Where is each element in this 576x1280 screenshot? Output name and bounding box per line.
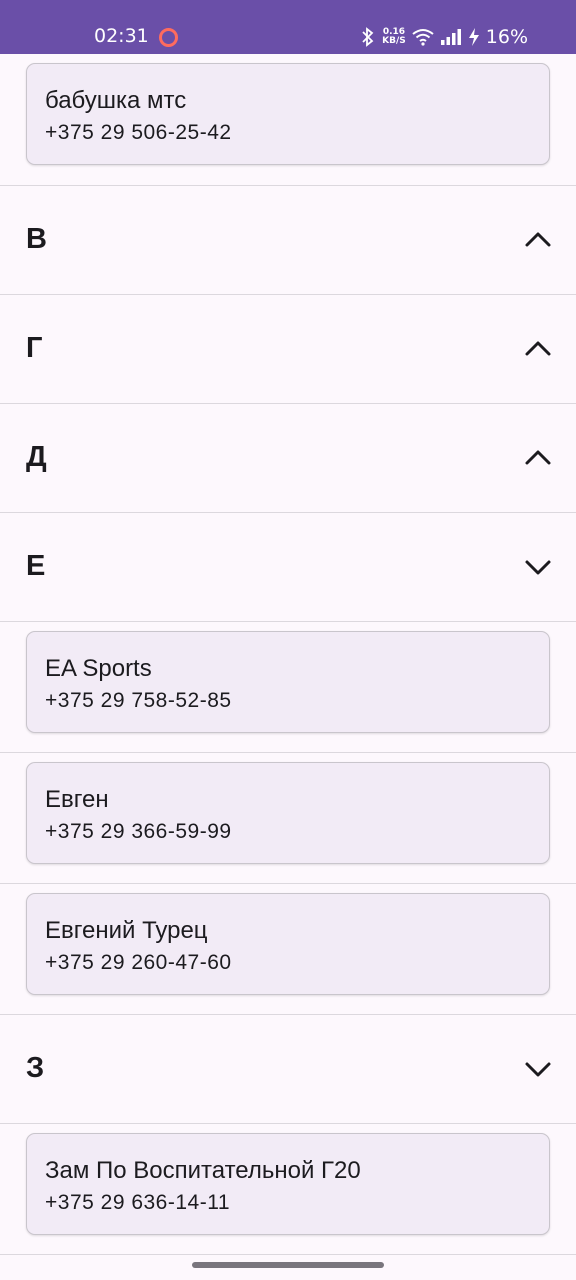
contact-cell: Евгений Турец +375 29 260-47-60: [0, 884, 576, 1015]
contact-phone: +375 29 758-52-85: [45, 689, 232, 712]
signal-icon: [440, 28, 462, 46]
contact-cell: бабушка мтс +375 29 506-25-42: [0, 54, 576, 186]
wifi-icon: [412, 28, 434, 46]
contact-card[interactable]: Зам По Воспитательной Г20 +375 29 636-14…: [26, 1133, 550, 1235]
section-header-e[interactable]: Е: [0, 513, 576, 622]
contact-name: Евгений Турец: [45, 917, 208, 944]
contacts-list[interactable]: бабушка мтс +375 29 506-25-42 В Г Д Е EA…: [0, 54, 576, 1255]
contact-name: Зам По Воспитательной Г20: [45, 1157, 361, 1184]
battery-percent: 16%: [485, 26, 528, 48]
section-header-v[interactable]: В: [0, 186, 576, 295]
status-time: 02:31: [94, 25, 149, 47]
home-indicator[interactable]: [192, 1262, 384, 1268]
section-header-z[interactable]: З: [0, 1015, 576, 1124]
status-bar: 02:31 0.16 KB/S 16%: [0, 0, 576, 54]
section-letter: З: [26, 1052, 45, 1084]
chevron-down-icon[interactable]: [524, 553, 552, 581]
section-header-d[interactable]: Д: [0, 404, 576, 513]
net-speed-unit: KB/S: [382, 36, 406, 46]
screen-record-icon: [159, 28, 178, 47]
chevron-up-icon[interactable]: [524, 444, 552, 472]
status-icons: 0.16 KB/S 16%: [360, 24, 528, 50]
contact-phone: +375 29 366-59-99: [45, 820, 232, 843]
section-letter: Е: [26, 550, 46, 582]
contact-card[interactable]: EA Sports +375 29 758-52-85: [26, 631, 550, 733]
section-header-g[interactable]: Г: [0, 295, 576, 404]
contact-name: Евген: [45, 786, 109, 813]
contact-phone: +375 29 260-47-60: [45, 951, 232, 974]
chevron-down-icon[interactable]: [524, 1055, 552, 1083]
charging-icon: [468, 27, 480, 47]
contact-cell: Евген +375 29 366-59-99: [0, 753, 576, 884]
section-letter: В: [26, 223, 47, 255]
section-letter: Д: [26, 441, 47, 473]
chevron-up-icon[interactable]: [524, 335, 552, 363]
contact-card[interactable]: Евген +375 29 366-59-99: [26, 762, 550, 864]
contact-card[interactable]: Евгений Турец +375 29 260-47-60: [26, 893, 550, 995]
contact-card[interactable]: бабушка мтс +375 29 506-25-42: [26, 63, 550, 165]
chevron-up-icon[interactable]: [524, 226, 552, 254]
contact-name: EA Sports: [45, 655, 152, 682]
contact-cell: EA Sports +375 29 758-52-85: [0, 622, 576, 753]
section-letter: Г: [26, 332, 43, 364]
bluetooth-icon: [360, 27, 376, 47]
contact-phone: +375 29 636-14-11: [45, 1191, 231, 1214]
contact-cell: Зам По Воспитательной Г20 +375 29 636-14…: [0, 1124, 576, 1255]
contact-phone: +375 29 506-25-42: [45, 121, 232, 144]
network-speed: 0.16 KB/S: [382, 28, 406, 46]
contact-name: бабушка мтс: [45, 87, 187, 114]
